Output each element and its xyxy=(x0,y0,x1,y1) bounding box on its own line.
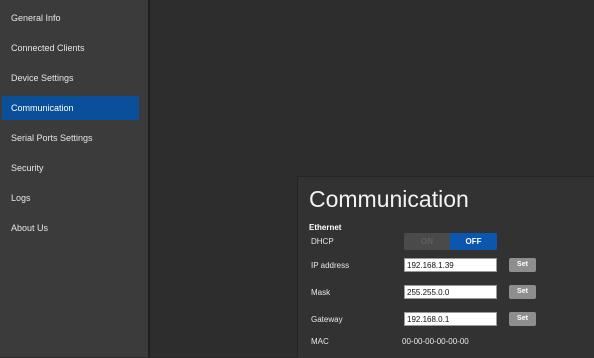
dhcp-on-option[interactable]: ON xyxy=(404,233,450,250)
dhcp-toggle[interactable]: ON OFF xyxy=(404,233,497,250)
dhcp-off-option[interactable]: OFF xyxy=(450,233,497,250)
sidebar-item-communication[interactable]: Communication xyxy=(2,96,139,120)
sidebar-item-security[interactable]: Security xyxy=(2,156,139,180)
page-title: Communication xyxy=(309,186,469,212)
gateway-label: Gateway xyxy=(311,315,343,324)
section-heading-ethernet: Ethernet xyxy=(309,223,342,232)
sidebar-item-device-settings[interactable]: Device Settings xyxy=(2,66,139,90)
sidebar-item-logs[interactable]: Logs xyxy=(2,186,139,210)
sidebar: General Info Connected Clients Device Se… xyxy=(0,0,148,357)
mask-label: Mask xyxy=(311,288,331,297)
ip-address-input[interactable] xyxy=(404,258,497,272)
gateway-set-button[interactable]: Set xyxy=(509,312,536,326)
mask-set-button[interactable]: Set xyxy=(509,285,536,299)
ip-address-label: IP address xyxy=(311,261,350,270)
sidebar-item-general-info[interactable]: General Info xyxy=(2,6,139,30)
mac-value: 00-00-00-00-00-00 xyxy=(402,337,469,346)
dhcp-label: DHCP xyxy=(311,237,334,246)
mac-label: MAC xyxy=(311,337,329,346)
ip-set-button[interactable]: Set xyxy=(509,258,536,272)
sidebar-item-about-us[interactable]: About Us xyxy=(2,216,139,240)
gateway-input[interactable] xyxy=(404,312,497,326)
mask-input[interactable] xyxy=(404,285,497,299)
sidebar-item-serial-ports-settings[interactable]: Serial Ports Settings xyxy=(2,126,139,150)
sidebar-item-connected-clients[interactable]: Connected Clients xyxy=(2,36,139,60)
